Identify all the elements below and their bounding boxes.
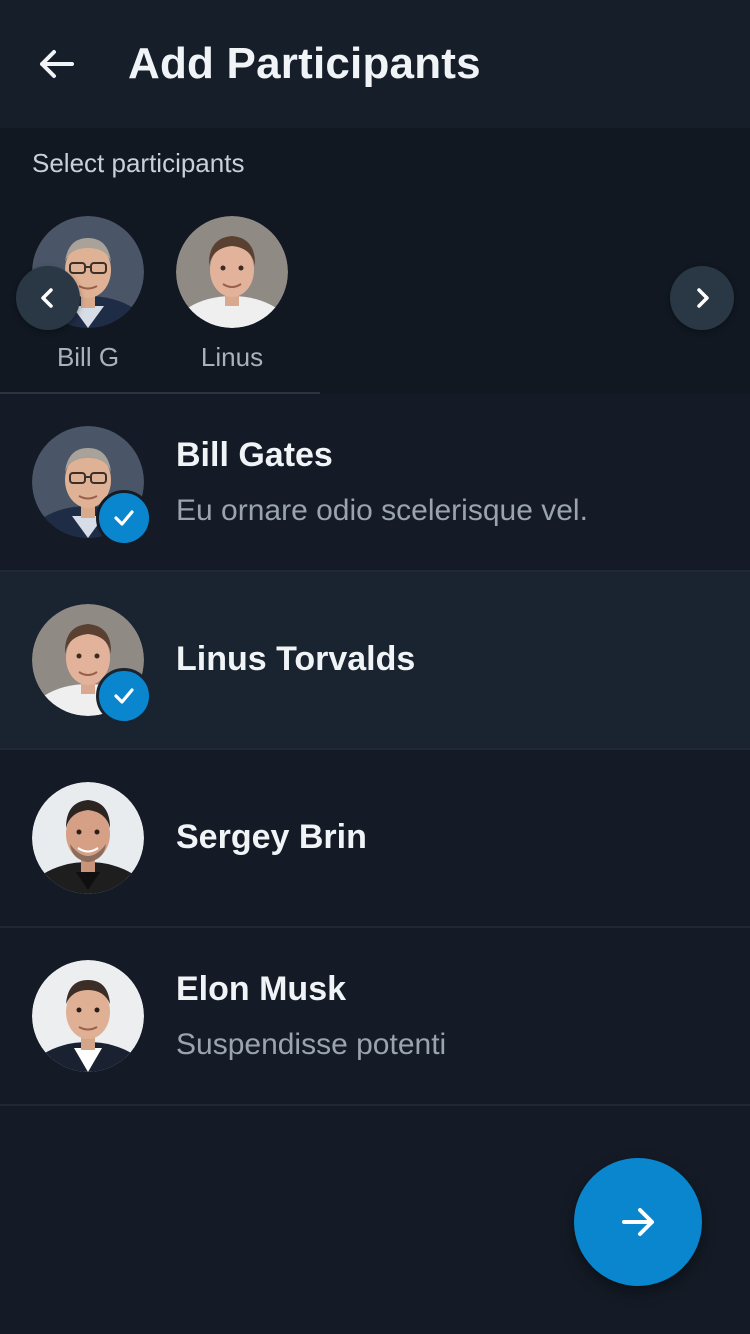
contact-list: Bill Gates Eu ornare odio scelerisque ve… — [0, 394, 750, 1106]
linus-torvalds-avatar — [176, 216, 288, 328]
avatar — [32, 426, 152, 546]
check-icon — [114, 688, 134, 704]
contact-row[interactable]: Linus Torvalds — [0, 572, 750, 750]
section-label: Select participants — [32, 148, 245, 178]
arrow-left-icon — [40, 50, 74, 78]
selected-check-badge — [96, 490, 152, 546]
scroll-right-button[interactable] — [670, 266, 734, 330]
avatar — [32, 782, 144, 894]
back-button[interactable] — [28, 36, 84, 92]
contact-name: Elon Musk — [176, 970, 347, 1008]
selected-check-badge — [96, 668, 152, 724]
arrow-right-icon — [622, 1208, 654, 1236]
app-bar: Add Participants — [0, 0, 750, 128]
selected-participants-strip: Select participants Bill G Linus — [0, 128, 750, 394]
contact-name: Sergey Brin — [176, 818, 367, 856]
avatar — [32, 960, 144, 1072]
add-participants-screen: Add Participants Select participants Bil… — [0, 0, 750, 1334]
contact-row[interactable]: Sergey Brin — [0, 750, 750, 928]
chevron-left-icon — [41, 288, 53, 308]
contact-name: Bill Gates — [176, 436, 333, 474]
contact-status: Suspendisse potenti — [176, 1028, 447, 1061]
contact-status: Eu ornare odio scelerisque vel. — [176, 494, 588, 527]
next-fab-button[interactable] — [574, 1158, 702, 1286]
chip-name: Bill G — [56, 342, 120, 372]
avatar — [32, 604, 152, 724]
contact-row[interactable]: Bill Gates Eu ornare odio scelerisque ve… — [0, 394, 750, 572]
contact-name: Linus Torvalds — [176, 640, 416, 678]
chip-name: Linus — [200, 342, 264, 372]
sergey-brin-avatar — [32, 782, 144, 894]
elon-musk-avatar — [32, 960, 144, 1072]
check-icon — [114, 510, 134, 526]
chevron-right-icon — [697, 288, 709, 308]
selected-chip[interactable]: Linus — [176, 216, 288, 373]
contact-row[interactable]: Elon Musk Suspendisse potenti — [0, 928, 750, 1106]
page-title: Add Participants — [128, 39, 481, 88]
scroll-left-button[interactable] — [16, 266, 80, 330]
